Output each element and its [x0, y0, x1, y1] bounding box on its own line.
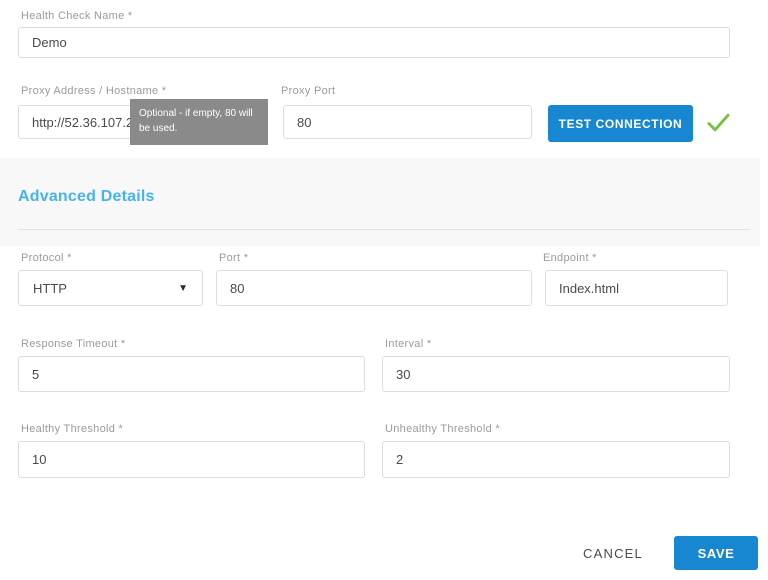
advanced-details-heading: Advanced Details [18, 188, 155, 206]
section-divider [18, 229, 750, 230]
port-label: Port * [219, 252, 248, 264]
protocol-dropdown[interactable]: HTTP ▼ [18, 270, 203, 306]
unhealthy-threshold-label: Unhealthy Threshold * [385, 423, 500, 435]
port-input[interactable] [216, 270, 532, 306]
interval-input[interactable] [382, 356, 730, 392]
chevron-down-icon: ▼ [178, 283, 188, 294]
healthy-threshold-label: Healthy Threshold * [21, 423, 123, 435]
save-button[interactable]: SAVE [674, 536, 758, 570]
health-check-name-label: Health Check Name * [21, 10, 132, 22]
response-timeout-input[interactable] [18, 356, 365, 392]
connection-success-check-icon [705, 109, 732, 136]
protocol-dropdown-value: HTTP [33, 281, 67, 296]
healthy-threshold-input[interactable] [18, 441, 365, 478]
response-timeout-label: Response Timeout * [21, 338, 125, 350]
endpoint-label: Endpoint * [543, 252, 597, 264]
protocol-label: Protocol * [21, 252, 72, 264]
proxy-address-label: Proxy Address / Hostname * [21, 85, 166, 97]
interval-label: Interval * [385, 338, 431, 350]
unhealthy-threshold-input[interactable] [382, 441, 730, 478]
endpoint-input[interactable] [545, 270, 728, 306]
test-connection-button[interactable]: TEST CONNECTION [548, 105, 693, 142]
proxy-port-input[interactable] [283, 105, 532, 139]
proxy-port-label: Proxy Port [281, 85, 335, 97]
proxy-port-tooltip: Optional - if empty, 80 will be used. [130, 99, 268, 145]
health-check-name-input[interactable] [18, 27, 730, 58]
cancel-button[interactable]: CANCEL [568, 539, 658, 567]
